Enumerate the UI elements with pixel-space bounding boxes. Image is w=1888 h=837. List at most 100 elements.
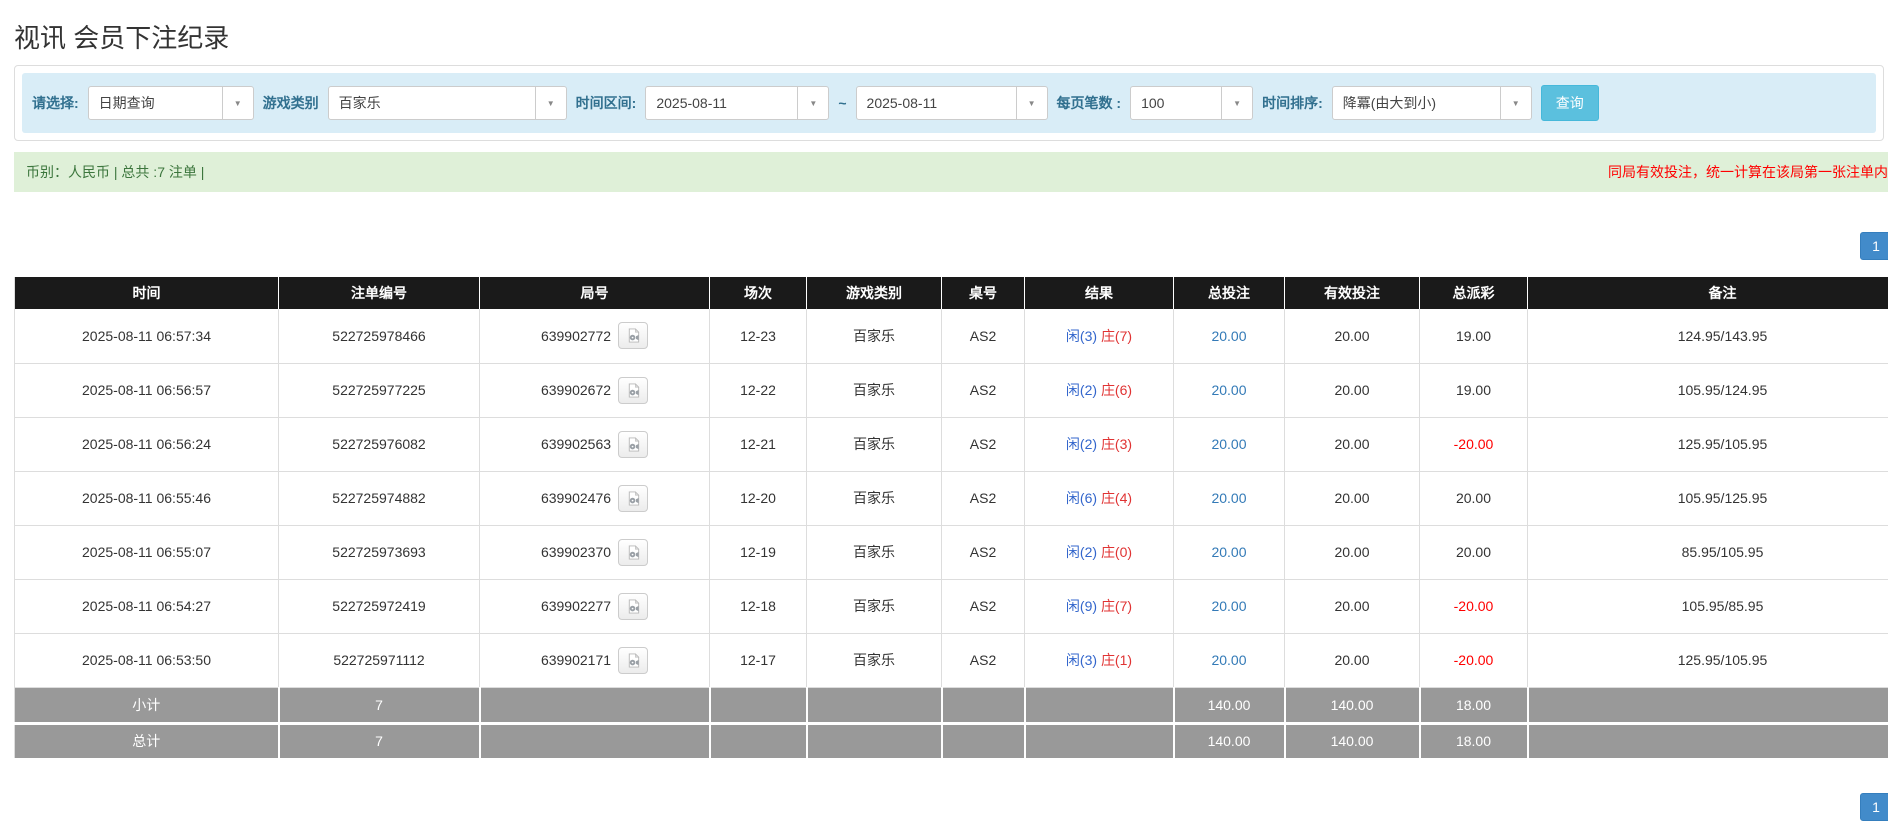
session-number: 12-19 [710,525,807,579]
table-body: 2025-08-11 06:57:34 522725978466 6399027… [15,309,1888,687]
valid-bet: 20.00 [1285,417,1420,471]
video-record-button[interactable] [618,647,648,674]
game-type: 百家乐 [807,417,942,471]
chevron-down-icon: ▼ [1221,87,1252,119]
round-id-cell: 639902171 [480,633,710,687]
summary-bar: 币别：人民币 | 总共 :7 注单 | 同局有效投注，统一计算在该局第一张注单内 [14,152,1888,192]
table-number: AS2 [942,363,1025,417]
total-bet-link[interactable]: 20.00 [1211,598,1246,614]
round-id: 639902476 [541,490,611,506]
valid-bet: 20.00 [1285,309,1420,363]
round-id-cell: 639902277 [480,579,710,633]
bet-id: 522725977225 [279,363,480,417]
round-id-cell: 639902772 [480,309,710,363]
date-to-select[interactable]: 2025-08-11 ▼ [856,86,1048,120]
video-file-icon [626,653,641,668]
payout: 19.00 [1420,363,1528,417]
game-type-value: 百家乐 [329,93,391,113]
column-header: 总派彩 [1420,277,1528,309]
video-record-button[interactable] [618,593,648,620]
total-label: 总计 [15,723,279,759]
result-cell: 闲(3) 庄(7) [1025,309,1174,363]
remark: 125.95/105.95 [1528,633,1888,687]
session-number: 12-23 [710,309,807,363]
video-record-button[interactable] [618,322,648,349]
payout: 19.00 [1420,309,1528,363]
bet-id: 522725971112 [279,633,480,687]
chevron-down-icon: ▼ [222,87,253,119]
table-row: 2025-08-11 06:56:24 522725976082 6399025… [15,417,1888,471]
result-player: 闲(2) [1066,382,1097,398]
total-bet-link[interactable]: 20.00 [1211,382,1246,398]
round-id: 639902563 [541,436,611,452]
result-banker: 庄(1) [1101,652,1132,668]
table-row: 2025-08-11 06:55:07 522725973693 6399023… [15,525,1888,579]
column-header: 局号 [480,277,710,309]
video-file-icon [626,383,641,398]
page-button[interactable]: 1 [1860,793,1888,821]
result-player: 闲(2) [1066,544,1097,560]
round-id: 639902370 [541,544,611,560]
table-row: 2025-08-11 06:56:57 522725977225 6399026… [15,363,1888,417]
page-size-select[interactable]: 100 ▼ [1130,86,1253,120]
video-record-button[interactable] [618,431,648,458]
sort-label: 时间排序: [1262,93,1323,113]
page-content: 视讯 会员下注纪录 请选择: 日期查询 ▼ 游戏类别 百家乐 ▼ 时间区间: 2… [14,18,1888,821]
valid-bet: 20.00 [1285,471,1420,525]
column-header: 时间 [15,277,279,309]
date-from-select[interactable]: 2025-08-11 ▼ [645,86,829,120]
subtotal-valid-bet: 140.00 [1285,687,1420,723]
game-type-select[interactable]: 百家乐 ▼ [328,86,567,120]
column-header: 备注 [1528,277,1888,309]
table-header-row: 时间注单编号局号场次游戏类别桌号结果总投注有效投注总派彩备注 [15,277,1888,309]
valid-bet: 20.00 [1285,633,1420,687]
subtotal-row: 小计 7 140.00 140.00 18.00 [15,687,1888,723]
round-id: 639902672 [541,382,611,398]
bet-time: 2025-08-11 06:54:27 [15,579,279,633]
table-row: 2025-08-11 06:54:27 522725972419 6399022… [15,579,1888,633]
sort-select[interactable]: 降冪(由大到小) ▼ [1332,86,1532,120]
bet-time: 2025-08-11 06:53:50 [15,633,279,687]
table-number: AS2 [942,471,1025,525]
table-row: 2025-08-11 06:55:46 522725974882 6399024… [15,471,1888,525]
video-record-button[interactable] [618,539,648,566]
time-range-label: 时间区间: [576,93,637,113]
remark: 85.95/105.95 [1528,525,1888,579]
total-bet-cell: 20.00 [1174,309,1285,363]
total-bet-cell: 20.00 [1174,633,1285,687]
chevron-down-icon: ▼ [535,87,566,119]
video-file-icon [626,599,641,614]
result-banker: 庄(3) [1101,436,1132,452]
subtotal-total-bet: 140.00 [1174,687,1285,723]
query-type-select[interactable]: 日期查询 ▼ [88,86,254,120]
round-id: 639902277 [541,598,611,614]
video-file-icon [626,545,641,560]
total-bet-link[interactable]: 20.00 [1211,436,1246,452]
video-file-icon [626,491,641,506]
bet-time: 2025-08-11 06:56:24 [15,417,279,471]
remark: 124.95/143.95 [1528,309,1888,363]
round-id-cell: 639902672 [480,363,710,417]
result-player: 闲(9) [1066,598,1097,614]
video-record-button[interactable] [618,377,648,404]
round-id-cell: 639902476 [480,471,710,525]
bet-records-table: 时间注单编号局号场次游戏类别桌号结果总投注有效投注总派彩备注 2025-08-1… [14,277,1888,761]
result-player: 闲(3) [1066,328,1097,344]
table-row: 2025-08-11 06:53:50 522725971112 6399021… [15,633,1888,687]
round-id: 639902772 [541,328,611,344]
valid-bet-notice: 同局有效投注，统一计算在该局第一张注单内 [1608,162,1888,182]
total-bet-link[interactable]: 20.00 [1211,490,1246,506]
total-bet-link[interactable]: 20.00 [1211,328,1246,344]
bet-time: 2025-08-11 06:55:46 [15,471,279,525]
result-banker: 庄(7) [1101,328,1132,344]
chevron-down-icon: ▼ [1500,87,1531,119]
page-button[interactable]: 1 [1860,232,1888,260]
payout: -20.00 [1420,417,1528,471]
table-number: AS2 [942,417,1025,471]
bet-time: 2025-08-11 06:57:34 [15,309,279,363]
total-bet-link[interactable]: 20.00 [1211,544,1246,560]
video-record-button[interactable] [618,485,648,512]
search-button[interactable]: 查询 [1541,85,1599,121]
session-number: 12-20 [710,471,807,525]
total-bet-link[interactable]: 20.00 [1211,652,1246,668]
